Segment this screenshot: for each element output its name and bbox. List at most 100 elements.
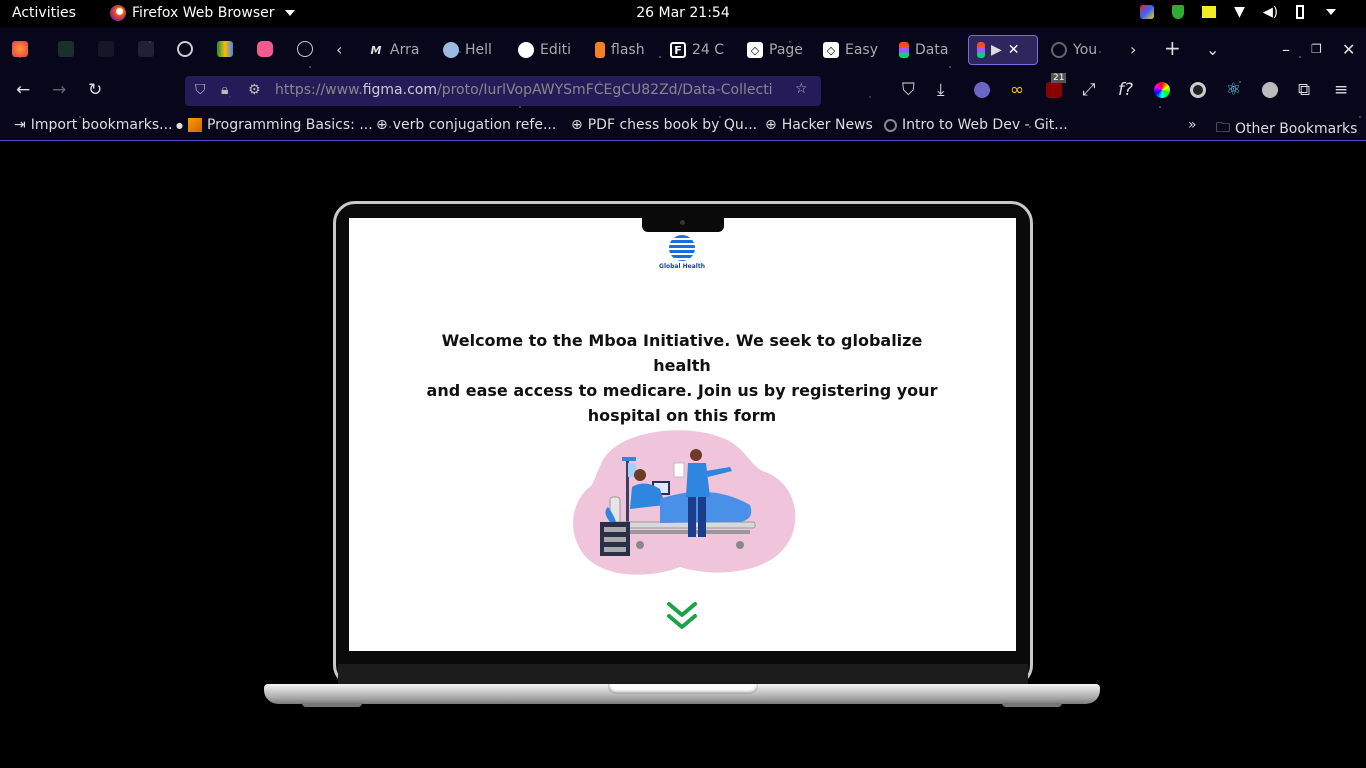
tab-label: flash	[611, 42, 645, 58]
welcome-line: hospital on this form	[587, 406, 777, 425]
react-devtools-icon[interactable]: ⚛	[1226, 81, 1241, 99]
url-bar[interactable]: ⛉ 🔒︎ ⚙ https://www.figma.com/proto/IurlV…	[185, 76, 821, 106]
ublock-extension-icon[interactable]	[1046, 82, 1062, 98]
page-content: Global Health Welcome to the Mboa Initia…	[0, 142, 1366, 768]
firefox-view-icon[interactable]	[12, 41, 28, 57]
colorzilla-extension-icon[interactable]	[1190, 82, 1206, 98]
system-tray[interactable]: ▼ ◀)	[1140, 4, 1336, 20]
battery-icon[interactable]	[1296, 5, 1304, 19]
url-text[interactable]: https://www.figma.com/proto/IurlVopAWYSm…	[275, 82, 795, 98]
medium-icon: M	[370, 43, 382, 57]
vimeo-extension-icon[interactable]	[974, 82, 990, 98]
navigation-toolbar: ← → ↻ ⛉ 🔒︎ ⚙ https://www.figma.com/proto…	[0, 71, 1366, 111]
wifi-icon[interactable]: ▼	[1234, 4, 1245, 20]
lock-icon[interactable]: 🔒︎	[221, 82, 228, 98]
colorful-app-icon[interactable]	[1140, 5, 1155, 19]
tracking-protection-icon[interactable]: ⛉	[195, 82, 206, 98]
bookmark-item[interactable]: ⇥ Import bookmarks...	[14, 117, 173, 133]
list-all-tabs-icon[interactable]: ⌄	[1206, 40, 1219, 59]
globe-icon: ⊕	[376, 117, 388, 133]
pocket-icon[interactable]: ⛉	[902, 81, 915, 99]
tab[interactable]: You	[1051, 35, 1115, 65]
forward-icon[interactable]: →	[52, 81, 66, 99]
maximize-icon[interactable]: ❐	[1311, 42, 1322, 56]
pinned-tab-ak-icon[interactable]	[98, 41, 114, 57]
f-icon: F	[670, 42, 686, 58]
welcome-heading: Welcome to the Mboa Initiative. We seek …	[412, 328, 952, 428]
reload-icon[interactable]: ↻	[88, 81, 102, 99]
globe-icon: ⊕	[765, 117, 777, 133]
tab-label: 24 C	[692, 42, 725, 58]
pinned-tab-pink-icon[interactable]	[257, 41, 273, 57]
tab[interactable]: Hell	[443, 35, 505, 65]
bookmark-item[interactable]: ⊕ Hacker News	[765, 117, 873, 133]
globe-icon: ⊕	[571, 117, 583, 133]
tab[interactable]: M Arra	[368, 35, 432, 65]
extensions-puzzle-icon[interactable]: ⧉	[1298, 81, 1310, 99]
hospital-illustration	[573, 430, 796, 575]
tab-label: Arra	[390, 42, 420, 58]
bookmark-item[interactable]: ⊕ PDF chess book by Qu...	[571, 117, 757, 133]
bookmarks-overflow-icon[interactable]: »	[1188, 117, 1197, 133]
hamburger-menu-icon[interactable]: ≡	[1334, 81, 1348, 99]
info-icon[interactable]	[297, 41, 313, 57]
laptop-foot	[302, 703, 362, 707]
pinned-tab-chatgpt-icon[interactable]	[177, 41, 193, 57]
color-wheel-extension-icon[interactable]	[1154, 82, 1170, 98]
downloads-icon[interactable]: ⤓	[937, 81, 945, 99]
tab[interactable]: ◇ Easy	[823, 35, 887, 65]
minimize-icon[interactable]: –	[1282, 40, 1290, 59]
extension-dots-icon[interactable]	[1262, 82, 1278, 98]
system-top-bar: Activities Firefox Web Browser 26 Mar 21…	[0, 0, 1366, 27]
bookmark-star-icon[interactable]: ☆	[795, 81, 808, 97]
bookmark-item[interactable]: Intro to Web Dev - Git...	[884, 117, 1068, 133]
tab[interactable]: Data	[899, 35, 963, 65]
welcome-line: and ease access to medicare. Join us by …	[426, 381, 938, 400]
codepen-icon: ◇	[823, 42, 839, 58]
notes-icon[interactable]	[1202, 6, 1217, 18]
tab-label: ▶	[991, 42, 1002, 58]
tab-active[interactable]: ▶ ✕	[968, 35, 1038, 65]
scroll-tabs-right-icon[interactable]: ›	[1130, 40, 1136, 59]
tab[interactable]: ◇ Page	[747, 35, 811, 65]
bookmark-item[interactable]: ● Programming Basics: ...	[176, 117, 373, 133]
figma-icon	[977, 42, 985, 58]
laptop-chin	[338, 664, 1028, 684]
bookmark-item[interactable]: ⊕ verb conjugation refe...	[376, 117, 556, 133]
ublock-badge: 21	[1051, 73, 1067, 83]
infinity-extension-icon[interactable]: ∞	[1010, 81, 1024, 99]
book-icon	[187, 118, 202, 132]
double-chevron-down-icon[interactable]	[665, 600, 699, 632]
power-menu-icon[interactable]	[1326, 9, 1336, 15]
stackoverflow-icon	[595, 42, 605, 58]
close-window-icon[interactable]: ✕	[1342, 40, 1355, 59]
back-icon[interactable]: ←	[16, 81, 30, 99]
pinned-tab-ai-icon[interactable]	[138, 41, 154, 57]
tab-label: You	[1073, 42, 1098, 58]
cat-icon	[443, 42, 459, 58]
browser-chrome: ‹ M Arra Hell Editi flash F 24 C ◇ Page …	[0, 27, 1366, 141]
tab[interactable]: Editi	[518, 35, 582, 65]
new-tab-icon[interactable]: +	[1164, 36, 1181, 60]
tab-label: Easy	[845, 42, 879, 58]
scroll-tabs-left-icon[interactable]: ‹	[336, 40, 342, 59]
bookmarks-toolbar: ⇥ Import bookmarks... ● Programming Basi…	[0, 115, 1366, 139]
welcome-line: Welcome to the Mboa Initiative. We seek …	[441, 331, 923, 375]
pinned-tab-tree-icon[interactable]	[58, 41, 74, 57]
codepen-icon: ◇	[747, 42, 763, 58]
other-bookmarks[interactable]: 🗀 Other Bookmarks	[1216, 117, 1357, 141]
volume-icon[interactable]: ◀)	[1263, 5, 1278, 20]
shield-icon[interactable]	[1172, 5, 1185, 19]
tab[interactable]: flash	[595, 35, 659, 65]
pinned-tab-meet-icon[interactable]	[217, 41, 233, 57]
font-extension-icon[interactable]: f?	[1118, 81, 1133, 99]
logo-text: Global Health	[659, 263, 705, 270]
permissions-icon[interactable]: ⚙	[248, 82, 261, 98]
fullscreen-icon[interactable]: ⤢	[1082, 81, 1096, 99]
tab[interactable]: F 24 C	[670, 35, 734, 65]
tab-label: Hell	[465, 42, 492, 58]
tab-label: Data	[915, 42, 949, 58]
global-health-logo: Global Health	[658, 235, 706, 270]
close-tab-icon[interactable]: ✕	[1008, 42, 1020, 58]
figma-icon	[899, 42, 909, 58]
